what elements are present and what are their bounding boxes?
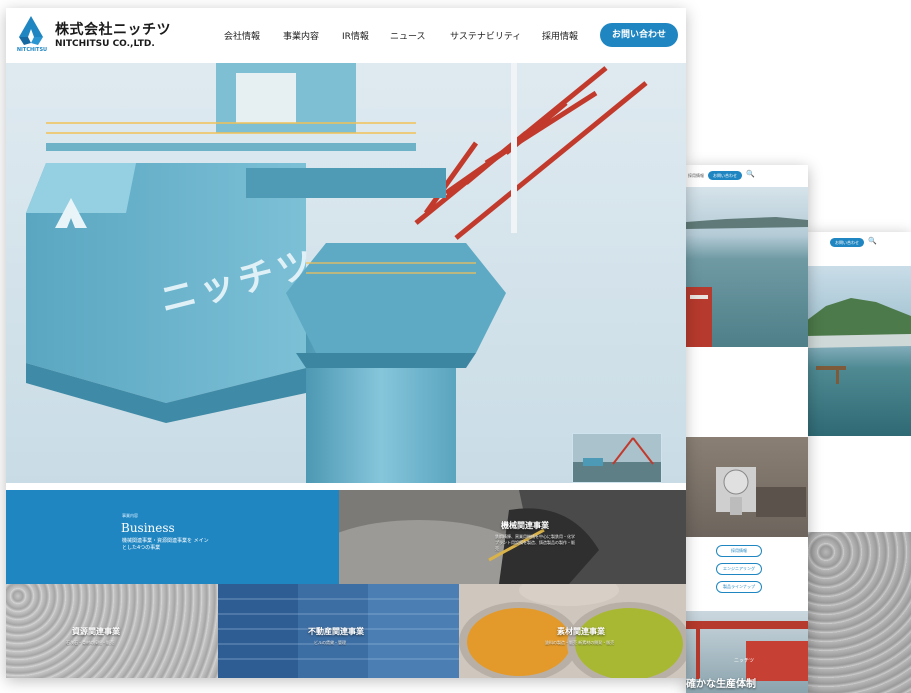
page3-nav: お問い合わせ 🔍 [806,232,911,252]
page2-search-icon[interactable]: 🔍 [746,170,755,178]
logo-small-text: NITCHITSU [16,47,48,53]
page3-contact-button[interactable]: お問い合わせ [830,238,864,247]
page2-contact-button[interactable]: お問い合わせ [708,171,742,180]
page2-nav-fragment[interactable]: 採用情報 [688,173,704,179]
business-section: 事業内容 Business 機械関連事業・資源関連事業を メインとした4つの事業… [6,490,686,584]
nav-recruit[interactable]: 採用情報 [542,29,578,42]
nav-sustainability[interactable]: サステナビリティ [450,29,521,42]
page2-sign-text: ニッチツ [734,658,755,664]
materials-business-tile[interactable]: 素材関連事業 塗料の製造・販売 新素材の開発・販売 [459,584,686,678]
logo-english-name[interactable]: NITCHITSU CO.,LTD. [55,39,155,49]
page2-sea-photo [686,187,808,347]
page2-button-1[interactable]: 採用情報 [716,545,762,557]
nav-news[interactable]: ニュース [390,29,426,42]
nitchitsu-logo-icon[interactable]: NITCHITSU [14,15,48,55]
real-estate-description: ビルの賃貸・管理 [314,640,346,645]
nav-company-info[interactable]: 会社情報 [224,29,260,42]
background-page-2: 採用情報 お問い合わせ 🔍 採用情報 エンジニアリング 製品ラインナップ ニッチ… [686,165,808,693]
page2-button-section: 採用情報 エンジニアリング 製品ラインナップ [686,537,808,611]
machinery-business-tile[interactable]: 機械関連事業 鉄鋼精錬、窯業用機械を中心に製鉄用・化学プラント用設備を製造、鋳造… [339,490,686,584]
page2-button-3[interactable]: 製品ラインナップ [716,581,762,593]
business-title: Business [121,521,175,535]
background-page-3: お問い合わせ 🔍 [806,232,911,693]
logo-japanese-name[interactable]: 株式会社ニッチツ [55,19,171,39]
contact-button[interactable]: お問い合わせ [600,23,678,47]
resources-business-tile[interactable]: 資源関連事業 石灰石・骨材の採掘・販売 [6,584,218,678]
page3-harbor-photo [806,266,911,436]
business-intro-panel[interactable]: 事業内容 Business 機械関連事業・資源関連事業を メインとした4つの事業 [6,490,339,584]
nav-business[interactable]: 事業内容 [283,29,319,42]
page2-nav: 採用情報 お問い合わせ 🔍 [686,165,808,185]
business-kicker: 事業内容 [122,513,138,518]
business-tiles-row: 資源関連事業 石灰石・骨材の採掘・販売 不動産関連事業 ビルの賃貸・管理 素材関… [6,584,686,678]
page2-button-2[interactable]: エンジニアリング [716,563,762,575]
page2-bottom-heading: 確かな生産体制 [686,679,756,690]
real-estate-business-tile[interactable]: 不動産関連事業 ビルの賃貸・管理 [218,584,459,678]
resources-description: 石灰石・骨材の採掘・販売 [66,640,114,645]
page2-white-section [686,373,808,433]
resources-title: 資源関連事業 [72,627,120,636]
site-header: NITCHITSU 株式会社ニッチツ NITCHITSU CO.,LTD. 会社… [6,8,686,63]
materials-title: 素材関連事業 [557,627,605,636]
machinery-title: 機械関連事業 [501,521,549,530]
main-page: NITCHITSU 株式会社ニッチツ NITCHITSU CO.,LTD. 会社… [6,8,686,678]
page2-bottom-photo: ニッチツ 確かな生産体制 [686,611,808,693]
real-estate-title: 不動産関連事業 [308,627,364,636]
page3-gravel-photo [806,532,911,693]
page3-search-icon[interactable]: 🔍 [868,237,877,245]
business-description: 機械関連事業・資源関連事業を メインとした4つの事業 [122,538,209,551]
nav-ir[interactable]: IR情報 [342,29,369,42]
materials-description: 塗料の製造・販売 新素材の開発・販売 [545,640,615,645]
hero-video-thumbnail[interactable] [572,433,662,483]
hero-crane-image: ニッチツ [6,63,686,483]
page2-factory-photo [686,437,808,537]
machinery-description: 鉄鋼精錬、窯業用機械を中心に製鉄用・化学プラント用設備を製造、鋳造製品の製作・販… [495,534,575,551]
